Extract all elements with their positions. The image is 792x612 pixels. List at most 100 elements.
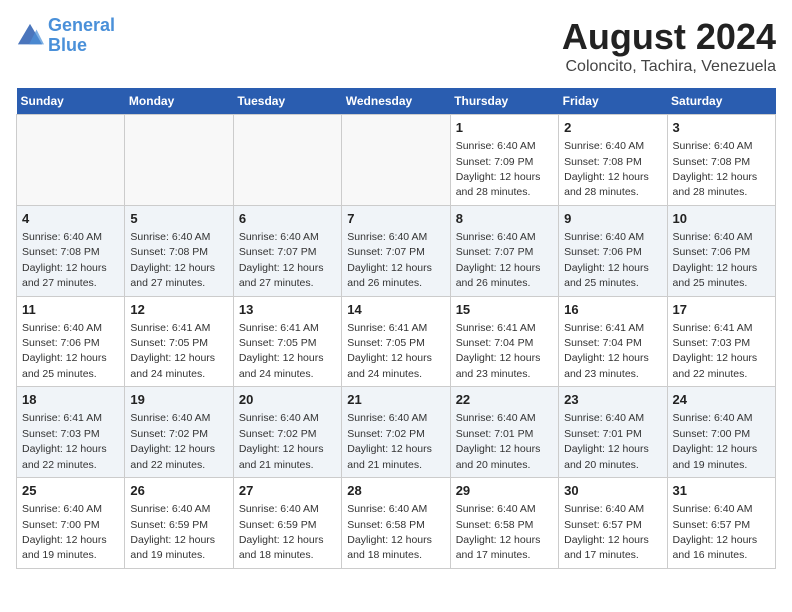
day-number: 21 xyxy=(347,391,444,409)
calendar-cell: 9 Sunrise: 6:40 AMSunset: 7:06 PMDaylight… xyxy=(559,205,667,296)
day-info: Sunrise: 6:40 AMSunset: 7:07 PMDaylight:… xyxy=(347,231,432,289)
day-number: 17 xyxy=(673,301,770,319)
day-number: 23 xyxy=(564,391,661,409)
day-info: Sunrise: 6:40 AMSunset: 7:08 PMDaylight:… xyxy=(130,231,215,289)
week-row-3: 11 Sunrise: 6:40 AMSunset: 7:06 PMDayligh… xyxy=(17,296,776,387)
day-info: Sunrise: 6:41 AMSunset: 7:05 PMDaylight:… xyxy=(130,322,215,380)
calendar-cell: 19Sunrise: 6:40 AMSunset: 7:02 PMDayligh… xyxy=(125,387,233,478)
calendar-cell: 4 Sunrise: 6:40 AMSunset: 7:08 PMDaylight… xyxy=(17,205,125,296)
calendar-cell: 30 Sunrise: 6:40 AMSunset: 6:57 PMDayligh… xyxy=(559,478,667,569)
day-info: Sunrise: 6:40 AMSunset: 7:00 PMDaylight:… xyxy=(673,412,758,470)
day-info: Sunrise: 6:41 AMSunset: 7:05 PMDaylight:… xyxy=(239,322,324,380)
calendar-cell: 28 Sunrise: 6:40 AMSunset: 6:58 PMDayligh… xyxy=(342,478,450,569)
day-number: 18 xyxy=(22,391,119,409)
calendar-cell: 7 Sunrise: 6:40 AMSunset: 7:07 PMDaylight… xyxy=(342,205,450,296)
header-wednesday: Wednesday xyxy=(342,88,450,115)
calendar-cell: 5 Sunrise: 6:40 AMSunset: 7:08 PMDaylight… xyxy=(125,205,233,296)
day-info: Sunrise: 6:40 AMSunset: 7:07 PMDaylight:… xyxy=(239,231,324,289)
day-info: Sunrise: 6:40 AMSunset: 6:57 PMDaylight:… xyxy=(564,503,649,561)
day-number: 5 xyxy=(130,210,227,228)
calendar-cell: 25 Sunrise: 6:40 AMSunset: 7:00 PMDayligh… xyxy=(17,478,125,569)
calendar-cell: 21 Sunrise: 6:40 AMSunset: 7:02 PMDayligh… xyxy=(342,387,450,478)
day-info: Sunrise: 6:40 AMSunset: 7:08 PMDaylight:… xyxy=(22,231,107,289)
calendar-cell: 16 Sunrise: 6:41 AMSunset: 7:04 PMDayligh… xyxy=(559,296,667,387)
calendar-cell: 27 Sunrise: 6:40 AMSunset: 6:59 PMDayligh… xyxy=(233,478,341,569)
calendar-cell: 11 Sunrise: 6:40 AMSunset: 7:06 PMDayligh… xyxy=(17,296,125,387)
day-info: Sunrise: 6:40 AMSunset: 6:58 PMDaylight:… xyxy=(347,503,432,561)
day-info: Sunrise: 6:40 AMSunset: 7:06 PMDaylight:… xyxy=(22,322,107,380)
calendar-cell: 18Sunrise: 6:41 AMSunset: 7:03 PMDayligh… xyxy=(17,387,125,478)
day-info: Sunrise: 6:40 AMSunset: 7:00 PMDaylight:… xyxy=(22,503,107,561)
calendar-cell: 23 Sunrise: 6:40 AMSunset: 7:01 PMDayligh… xyxy=(559,387,667,478)
calendar-cell: 29Sunrise: 6:40 AMSunset: 6:58 PMDayligh… xyxy=(450,478,558,569)
day-number: 22 xyxy=(456,391,553,409)
day-number: 16 xyxy=(564,301,661,319)
day-number: 31 xyxy=(673,482,770,500)
calendar-cell: 24 Sunrise: 6:40 AMSunset: 7:00 PMDayligh… xyxy=(667,387,775,478)
header-tuesday: Tuesday xyxy=(233,88,341,115)
day-info: Sunrise: 6:40 AMSunset: 7:07 PMDaylight:… xyxy=(456,231,541,289)
day-number: 15 xyxy=(456,301,553,319)
day-info: Sunrise: 6:41 AMSunset: 7:04 PMDaylight:… xyxy=(456,322,541,380)
logo: General Blue xyxy=(16,16,115,56)
title-block: August 2024 Coloncito, Tachira, Venezuel… xyxy=(562,16,776,76)
day-number: 20 xyxy=(239,391,336,409)
day-info: Sunrise: 6:40 AMSunset: 7:02 PMDaylight:… xyxy=(239,412,324,470)
calendar-cell: 14Sunrise: 6:41 AMSunset: 7:05 PMDayligh… xyxy=(342,296,450,387)
day-number: 29 xyxy=(456,482,553,500)
day-number: 8 xyxy=(456,210,553,228)
subtitle: Coloncito, Tachira, Venezuela xyxy=(562,58,776,76)
day-info: Sunrise: 6:40 AMSunset: 7:02 PMDaylight:… xyxy=(130,412,215,470)
day-info: Sunrise: 6:40 AMSunset: 6:59 PMDaylight:… xyxy=(239,503,324,561)
calendar-cell: 2Sunrise: 6:40 AMSunset: 7:08 PMDaylight… xyxy=(559,115,667,206)
calendar-cell xyxy=(17,115,125,206)
calendar-cell: 22 Sunrise: 6:40 AMSunset: 7:01 PMDayligh… xyxy=(450,387,558,478)
week-row-1: 1 Sunrise: 6:40 AMSunset: 7:09 PMDaylight… xyxy=(17,115,776,206)
day-info: Sunrise: 6:40 AMSunset: 7:09 PMDaylight:… xyxy=(456,140,541,198)
day-info: Sunrise: 6:41 AMSunset: 7:04 PMDaylight:… xyxy=(564,322,649,380)
day-number: 30 xyxy=(564,482,661,500)
week-row-4: 18Sunrise: 6:41 AMSunset: 7:03 PMDayligh… xyxy=(17,387,776,478)
header-thursday: Thursday xyxy=(450,88,558,115)
day-number: 28 xyxy=(347,482,444,500)
calendar-cell: 1 Sunrise: 6:40 AMSunset: 7:09 PMDaylight… xyxy=(450,115,558,206)
day-info: Sunrise: 6:40 AMSunset: 7:06 PMDaylight:… xyxy=(673,231,758,289)
day-info: Sunrise: 6:40 AMSunset: 7:01 PMDaylight:… xyxy=(564,412,649,470)
page-header: General Blue August 2024 Coloncito, Tach… xyxy=(16,16,776,76)
day-number: 27 xyxy=(239,482,336,500)
day-number: 1 xyxy=(456,119,553,137)
calendar-cell: 10Sunrise: 6:40 AMSunset: 7:06 PMDayligh… xyxy=(667,205,775,296)
calendar-cell: 31 Sunrise: 6:40 AMSunset: 6:57 PMDayligh… xyxy=(667,478,775,569)
calendar-cell: 15 Sunrise: 6:41 AMSunset: 7:04 PMDayligh… xyxy=(450,296,558,387)
day-number: 24 xyxy=(673,391,770,409)
calendar-cell: 12 Sunrise: 6:41 AMSunset: 7:05 PMDayligh… xyxy=(125,296,233,387)
day-info: Sunrise: 6:41 AMSunset: 7:03 PMDaylight:… xyxy=(673,322,758,380)
day-number: 25 xyxy=(22,482,119,500)
calendar-cell: 20 Sunrise: 6:40 AMSunset: 7:02 PMDayligh… xyxy=(233,387,341,478)
day-number: 13 xyxy=(239,301,336,319)
main-title: August 2024 xyxy=(562,16,776,58)
day-info: Sunrise: 6:40 AMSunset: 6:57 PMDaylight:… xyxy=(673,503,758,561)
calendar-cell: 8 Sunrise: 6:40 AMSunset: 7:07 PMDaylight… xyxy=(450,205,558,296)
day-number: 26 xyxy=(130,482,227,500)
day-number: 12 xyxy=(130,301,227,319)
day-info: Sunrise: 6:40 AMSunset: 7:06 PMDaylight:… xyxy=(564,231,649,289)
day-number: 4 xyxy=(22,210,119,228)
day-info: Sunrise: 6:40 AMSunset: 7:08 PMDaylight:… xyxy=(673,140,758,198)
day-info: Sunrise: 6:40 AMSunset: 7:08 PMDaylight:… xyxy=(564,140,649,198)
day-info: Sunrise: 6:40 AMSunset: 7:01 PMDaylight:… xyxy=(456,412,541,470)
day-number: 7 xyxy=(347,210,444,228)
week-row-5: 25 Sunrise: 6:40 AMSunset: 7:00 PMDayligh… xyxy=(17,478,776,569)
calendar-cell: 17 Sunrise: 6:41 AMSunset: 7:03 PMDayligh… xyxy=(667,296,775,387)
calendar-cell: 26Sunrise: 6:40 AMSunset: 6:59 PMDayligh… xyxy=(125,478,233,569)
day-number: 9 xyxy=(564,210,661,228)
day-info: Sunrise: 6:40 AMSunset: 7:02 PMDaylight:… xyxy=(347,412,432,470)
calendar-cell xyxy=(342,115,450,206)
day-info: Sunrise: 6:41 AMSunset: 7:05 PMDaylight:… xyxy=(347,322,432,380)
day-number: 11 xyxy=(22,301,119,319)
header-friday: Friday xyxy=(559,88,667,115)
header-monday: Monday xyxy=(125,88,233,115)
calendar-cell: 3Sunrise: 6:40 AMSunset: 7:08 PMDaylight… xyxy=(667,115,775,206)
calendar-cell: 6Sunrise: 6:40 AMSunset: 7:07 PMDaylight… xyxy=(233,205,341,296)
header-sunday: Sunday xyxy=(17,88,125,115)
